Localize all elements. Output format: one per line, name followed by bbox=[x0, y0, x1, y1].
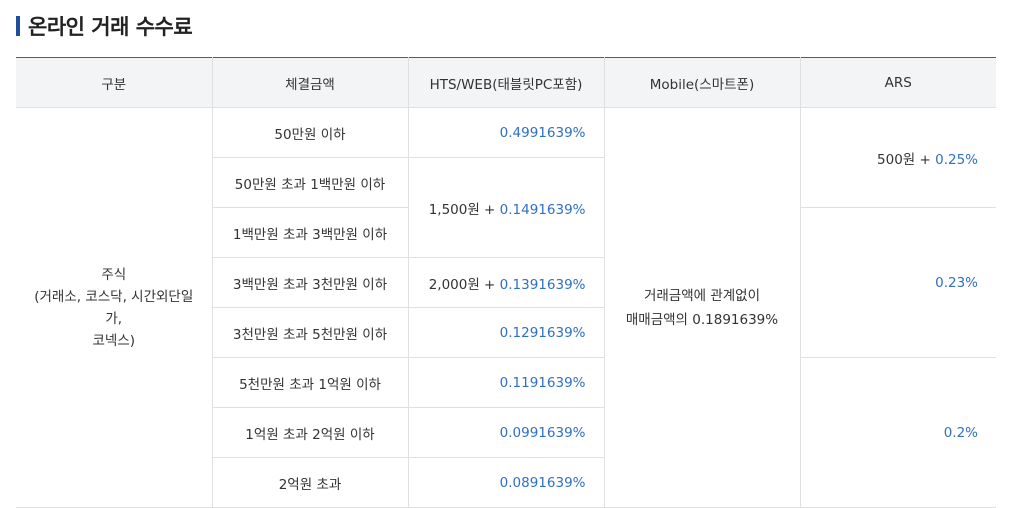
hts-fee-cell: 1,500원 + 0.1491639% bbox=[407, 157, 604, 258]
table-header-row: 구분 체결금액 HTS/WEB(태블릿PC포함) Mobile(스마트폰) AR… bbox=[16, 57, 996, 108]
range-cell: 5천만원 초과 1억원 이하 bbox=[212, 357, 409, 408]
category-name: 주식 bbox=[101, 266, 127, 283]
range-cell: 1백만원 초과 3백만원 이하 bbox=[212, 207, 409, 258]
hts-fee-cell: 0.0991639% bbox=[407, 407, 604, 458]
header-ars: ARS bbox=[799, 57, 996, 108]
ars-fee-cell: 0.2% bbox=[799, 357, 996, 508]
range-cell: 3백만원 초과 3천만원 이하 bbox=[212, 257, 409, 308]
ars-rate: 0.2% bbox=[943, 424, 978, 441]
hts-rate: 0.1391639% bbox=[499, 276, 586, 293]
hts-base: 1,500원 + bbox=[428, 201, 500, 218]
mobile-fee-cell: 거래금액에 관계없이 매매금액의 0.1891639% bbox=[603, 107, 801, 508]
hts-rate: 0.0891639% bbox=[499, 474, 586, 491]
ars-fee-cell: 500원 + 0.25% bbox=[799, 107, 996, 208]
page-title: 온라인 거래 수수료 bbox=[28, 15, 193, 39]
header-amount: 체결금액 bbox=[211, 57, 409, 108]
range-cell: 2억원 초과 bbox=[212, 457, 409, 508]
category-detail-cont: 코넥스) bbox=[92, 332, 136, 349]
mobile-fee-line1: 거래금액에 관계없이 bbox=[643, 287, 761, 304]
ars-fee-cell: 0.23% bbox=[799, 207, 996, 358]
title-accent-bar bbox=[16, 16, 20, 36]
hts-rate: 0.1291639% bbox=[499, 324, 586, 341]
hts-base: 2,000원 + bbox=[428, 276, 500, 293]
fee-table: 구분 체결금액 HTS/WEB(태블릿PC포함) Mobile(스마트폰) AR… bbox=[16, 57, 996, 508]
hts-fee-cell: 2,000원 + 0.1391639% bbox=[407, 257, 604, 308]
hts-fee-cell: 0.0891639% bbox=[407, 457, 604, 508]
range-cell: 50만원 이하 bbox=[211, 107, 409, 158]
range-cell: 50만원 초과 1백만원 이하 bbox=[212, 157, 409, 208]
hts-fee-cell: 0.4991639% bbox=[407, 107, 605, 158]
ars-base: 500원 + bbox=[877, 151, 936, 168]
table-row: 주식 (거래소, 코스닥, 시간외단일가, 코넥스) 50만원 이하 0.499… bbox=[16, 107, 996, 508]
ars-rate: 0.25% bbox=[935, 151, 978, 168]
hts-fee-cell: 0.1291639% bbox=[407, 307, 604, 358]
category-cell: 주식 (거래소, 코스닥, 시간외단일가, 코넥스) bbox=[16, 107, 213, 508]
header-hts-web: HTS/WEB(태블릿PC포함) bbox=[407, 57, 605, 108]
hts-rate: 0.4991639% bbox=[499, 124, 586, 141]
range-cell: 1억원 초과 2억원 이하 bbox=[212, 407, 409, 458]
hts-rate: 0.0991639% bbox=[499, 424, 586, 441]
hts-fee-cell: 0.1191639% bbox=[407, 357, 605, 408]
range-cell: 3천만원 초과 5천만원 이하 bbox=[212, 307, 409, 358]
mobile-fee-line2: 매매금액의 0.1891639% bbox=[625, 311, 779, 328]
hts-rate: 0.1191639% bbox=[499, 374, 586, 391]
section-header: 온라인 거래 수수료 bbox=[16, 12, 193, 40]
header-mobile: Mobile(스마트폰) bbox=[603, 57, 801, 108]
header-category: 구분 bbox=[16, 57, 213, 108]
category-detail: (거래소, 코스닥, 시간외단일가, bbox=[34, 288, 194, 327]
hts-rate: 0.1491639% bbox=[499, 201, 586, 218]
ars-rate: 0.23% bbox=[935, 274, 978, 291]
